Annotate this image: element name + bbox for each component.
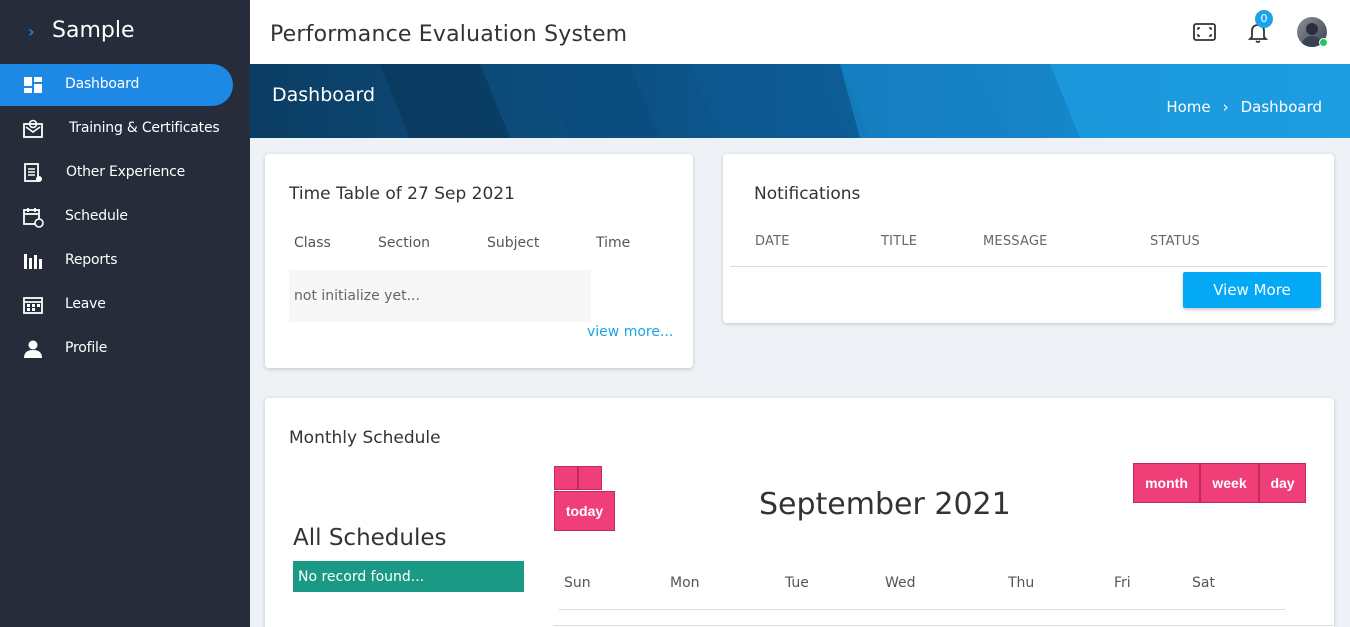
page-title: Dashboard	[272, 84, 376, 106]
sidebar-item-label: Training & Certificates	[69, 120, 220, 136]
timetable-col-subject: Subject	[487, 235, 540, 251]
topbar: Performance Evaluation System	[250, 0, 1350, 64]
sidebar-item-label: Schedule	[65, 208, 128, 224]
notifications-divider	[730, 266, 1327, 267]
calendar-day-header: Sat	[1192, 575, 1215, 591]
brand-title: Sample	[52, 18, 135, 43]
sidebar-item-reports[interactable]: Reports	[0, 240, 233, 282]
sidebar-item-leave[interactable]: Leave	[0, 284, 233, 326]
page-banner: Dashboard Home › Dashboard	[250, 64, 1350, 138]
timetable-view-more-link[interactable]: view more...	[587, 324, 673, 340]
all-schedules-title: All Schedules	[293, 525, 447, 551]
timetable-card: Time Table of 27 Sep 2021 Class Section …	[265, 154, 693, 368]
calendar-header-divider	[559, 609, 1285, 610]
dashboard-icon	[24, 77, 42, 93]
calendar-clock-icon	[23, 208, 44, 228]
sidebar-item-label: Leave	[65, 296, 106, 312]
calendar-day-header: Wed	[885, 575, 916, 591]
document-icon	[24, 163, 42, 182]
calendar-month-title: September 2021	[759, 487, 1011, 522]
monthly-schedule-card: Monthly Schedule All Schedules No record…	[265, 398, 1334, 627]
bar-chart-icon	[24, 254, 42, 269]
brand: › Sample	[0, 0, 250, 64]
sidebar-item-dashboard[interactable]: Dashboard	[0, 64, 233, 106]
calendar-day-header: Thu	[1008, 575, 1035, 591]
calendar-next-button[interactable]	[578, 466, 602, 490]
breadcrumb-separator: ›	[1222, 98, 1229, 116]
sidebar-item-training[interactable]: Training & Certificates	[0, 108, 233, 150]
sidebar-item-label: Dashboard	[65, 76, 140, 92]
timetable-col-time: Time	[596, 235, 631, 251]
sidebar-item-profile[interactable]: Profile	[0, 328, 233, 370]
sidebar-item-label: Profile	[65, 340, 108, 356]
calendar-grid-line	[553, 625, 1333, 626]
notifications-col-status: STATUS	[1150, 234, 1200, 249]
calendar-prev-button[interactable]	[554, 466, 578, 490]
calendar-day-header: Sun	[564, 575, 591, 591]
certificate-icon	[23, 119, 43, 138]
sidebar: › Sample Dashboard Training & Certificat…	[0, 0, 250, 627]
sidebar-item-label: Other Experience	[66, 164, 186, 180]
calendar-icon	[23, 297, 43, 314]
online-status-dot	[1319, 38, 1328, 47]
timetable-empty-row: not initialize yet...	[289, 270, 591, 322]
fullscreen-icon[interactable]	[1193, 22, 1216, 42]
notification-badge: 0	[1255, 10, 1273, 28]
timetable-col-section: Section	[378, 235, 431, 251]
breadcrumb: Home › Dashboard	[1160, 98, 1328, 116]
breadcrumb-home[interactable]: Home	[1166, 98, 1210, 116]
notifications-card: Notifications DATE TITLE MESSAGE STATUS …	[723, 154, 1334, 323]
brand-chevron-icon: ›	[28, 22, 35, 41]
notifications-col-message: MESSAGE	[983, 234, 1048, 249]
notifications-col-title: TITLE	[881, 234, 918, 249]
app-title: Performance Evaluation System	[270, 22, 628, 47]
calendar-day-header: Tue	[785, 575, 809, 591]
calendar-day-header: Fri	[1114, 575, 1131, 591]
calendar-today-button[interactable]: today	[554, 491, 615, 531]
calendar-day-view-button[interactable]: day	[1259, 463, 1306, 503]
sidebar-item-schedule[interactable]: Schedule	[0, 196, 233, 238]
sidebar-item-other-experience[interactable]: Other Experience	[0, 152, 233, 194]
notifications-col-date: DATE	[755, 234, 790, 249]
sidebar-item-label: Reports	[65, 252, 118, 268]
monthly-schedule-title: Monthly Schedule	[289, 428, 441, 448]
timetable-col-class: Class	[294, 235, 331, 251]
no-record-message: No record found...	[293, 561, 524, 592]
calendar-month-view-button[interactable]: month	[1133, 463, 1200, 503]
breadcrumb-current: Dashboard	[1240, 98, 1322, 116]
notifications-title: Notifications	[754, 184, 861, 204]
calendar-day-header: Mon	[670, 575, 700, 591]
calendar-week-view-button[interactable]: week	[1200, 463, 1259, 503]
view-more-button[interactable]: View More	[1183, 272, 1321, 308]
timetable-title: Time Table of 27 Sep 2021	[289, 184, 515, 204]
user-icon	[24, 340, 42, 358]
